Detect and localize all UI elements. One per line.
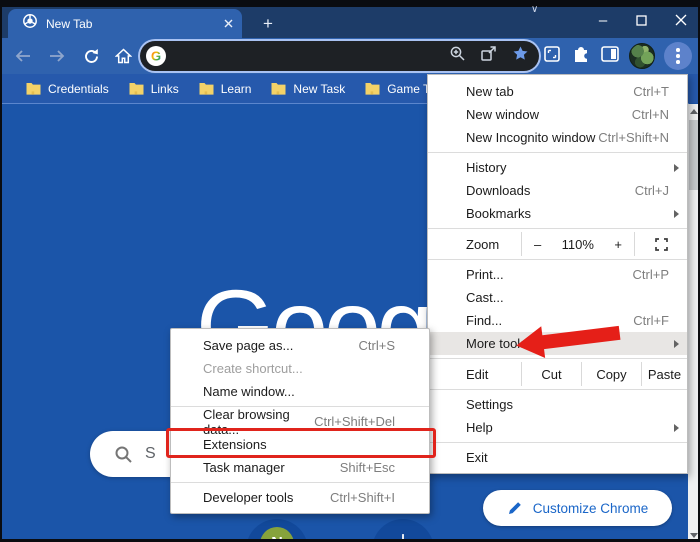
submenu-item-create-shortcut: Create shortcut... [203,361,303,376]
home-icon[interactable] [110,44,136,68]
new-tab-button[interactable]: + [256,12,280,36]
window-border [0,0,2,542]
tab-new-tab[interactable]: New Tab [8,9,242,38]
reload-icon[interactable] [78,44,104,68]
customize-chrome-button[interactable]: Customize Chrome [483,490,672,526]
screen-capture-icon[interactable] [542,44,562,69]
bookmark-star-icon[interactable] [512,45,529,67]
fullscreen-icon [654,237,668,251]
maximize-button[interactable] [626,8,656,32]
menu-edit-row: Edit Cut Copy Paste [428,362,687,386]
close-button[interactable] [666,8,696,32]
submenu-arrow-icon [674,163,679,172]
more-tools-submenu: Save page as... Ctrl+S Create shortcut..… [170,328,430,514]
bookmark-folder-links[interactable]: Links [129,82,179,96]
menu-separator [171,482,429,483]
fullscreen-button[interactable] [634,232,687,256]
folder-icon [26,83,41,95]
menu-item-downloads[interactable]: Downloads Ctrl+J [428,179,687,202]
chrome-main-menu: New tab Ctrl+T New window Ctrl+N New Inc… [427,74,688,474]
bookmark-folder-credentials[interactable]: Credentials [26,82,109,96]
zoom-label: Zoom [466,236,500,252]
zoom-value: 110% [561,236,594,252]
browser-window: New Tab + ∨ – G Credentials Links Learn … [0,0,700,542]
tab-close-icon[interactable] [223,18,234,29]
copy-button[interactable]: Copy [581,362,641,386]
address-bar[interactable]: G [140,41,539,71]
search-text: S [145,445,156,462]
folder-icon [199,83,214,95]
toolbar: G [2,38,698,74]
menu-item-history[interactable]: History [428,156,687,179]
tab-search-chevron-icon[interactable]: ∨ [531,4,538,15]
menu-item-help[interactable]: Help [428,416,687,439]
bookmark-folder-new-task[interactable]: New Task [271,82,345,96]
back-icon[interactable] [10,44,36,68]
pencil-icon [508,502,521,514]
menu-item-cast[interactable]: Cast... [428,286,687,309]
menu-dots-button[interactable] [664,42,692,70]
menu-item-new-tab[interactable]: New tab Ctrl+T [428,80,687,103]
submenu-arrow-icon [674,209,679,218]
zoom-page-icon[interactable] [449,45,466,67]
extensions-puzzle-icon[interactable] [571,44,591,69]
annotation-highlight-box [166,428,436,458]
submenu-item-task-manager[interactable]: Task manager Shift+Esc [171,456,429,479]
submenu-item-save-page-as[interactable]: Save page as... Ctrl+S [171,334,429,357]
menu-item-bookmarks[interactable]: Bookmarks [428,202,687,225]
menu-separator [428,259,687,260]
submenu-arrow-icon [674,339,679,348]
google-logo-icon: G [146,46,166,66]
forward-icon[interactable] [44,44,70,68]
minimize-button[interactable]: – [588,8,618,32]
zoom-out-button[interactable]: – [534,237,541,252]
avatar[interactable] [629,43,655,69]
folder-icon [271,83,286,95]
edit-label: Edit [466,366,489,382]
menu-item-new-incognito-window[interactable]: New Incognito window Ctrl+Shift+N [428,126,687,149]
menu-item-print[interactable]: Print... Ctrl+P [428,263,687,286]
submenu-item-developer-tools[interactable]: Developer tools Ctrl+Shift+I [171,486,429,509]
paste-button[interactable]: Paste [641,362,687,386]
menu-separator [428,228,687,229]
menu-zoom-row: Zoom – 110% + [428,232,687,256]
share-icon[interactable] [480,45,498,67]
menu-item-new-window[interactable]: New window Ctrl+N [428,103,687,126]
submenu-arrow-icon [674,423,679,432]
bookmark-folder-learn[interactable]: Learn [199,82,251,96]
chrome-favicon-icon [22,13,38,34]
menu-item-exit[interactable]: Exit [428,446,687,469]
menu-separator [428,152,687,153]
svg-text:G: G [151,49,161,64]
tab-title: New Tab [46,16,93,31]
cut-button[interactable]: Cut [521,362,581,386]
menu-item-settings[interactable]: Settings [428,393,687,416]
submenu-item-name-window[interactable]: Name window... [171,380,429,403]
menu-separator [428,389,687,390]
side-panel-icon[interactable] [600,45,620,68]
zoom-in-button[interactable]: + [614,237,622,252]
folder-icon [365,83,380,95]
search-icon [115,446,132,463]
title-bar: New Tab + ∨ – [0,0,700,38]
menu-separator [428,442,687,443]
folder-icon [129,83,144,95]
